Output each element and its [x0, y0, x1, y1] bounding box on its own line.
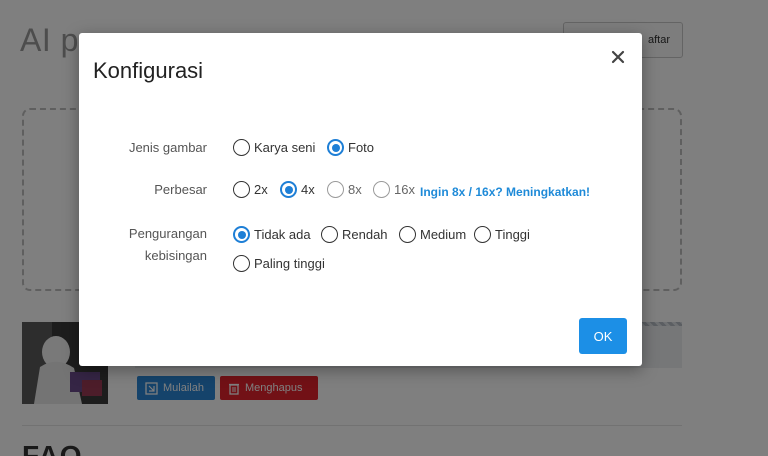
radio-checked-icon[interactable]: [233, 226, 250, 243]
denoise-low-option[interactable]: Rendah: [321, 226, 388, 243]
upscale-2x-option[interactable]: 2x: [233, 181, 268, 198]
upscale-8x-option: 8x: [327, 181, 362, 198]
option-label: 8x: [348, 182, 362, 197]
radio-disabled-icon: [373, 181, 390, 198]
upscale-4x-option[interactable]: 4x: [280, 181, 315, 198]
radio-checked-icon[interactable]: [280, 181, 297, 198]
denoise-label-line1: Pengurangan: [128, 226, 207, 241]
option-label: Tidak ada: [254, 227, 311, 242]
radio-unchecked-icon[interactable]: [321, 226, 338, 243]
radio-unchecked-icon[interactable]: [233, 181, 250, 198]
radio-disabled-icon: [327, 181, 344, 198]
option-label: 16x: [394, 182, 415, 197]
denoise-none-option[interactable]: Tidak ada: [233, 226, 311, 243]
option-label: Karya seni: [254, 140, 316, 155]
image-type-artwork-option[interactable]: Karya seni: [233, 139, 315, 156]
image-type-photo-option[interactable]: Foto: [327, 139, 374, 156]
image-type-label: Jenis gambar: [128, 140, 207, 155]
option-label: Foto: [348, 140, 375, 155]
option-label: 2x: [254, 182, 268, 197]
radio-unchecked-icon[interactable]: [474, 226, 491, 243]
configuration-dialog: Konfigurasi Jenis gambar Karya seni Foto…: [79, 33, 642, 366]
option-label: Tinggi: [495, 227, 530, 242]
radio-checked-icon[interactable]: [327, 139, 344, 156]
upgrade-link[interactable]: Ingin 8x / 16x? Meningkatkan!: [420, 185, 590, 199]
dialog-title: Konfigurasi: [93, 58, 204, 83]
option-label: Rendah: [342, 227, 388, 242]
radio-unchecked-icon[interactable]: [399, 226, 416, 243]
ok-button[interactable]: OK: [579, 318, 627, 354]
denoise-label-line2: kebisingan: [144, 248, 207, 263]
denoise-highest-option[interactable]: Paling tinggi: [233, 255, 325, 272]
radio-unchecked-icon[interactable]: [233, 255, 250, 272]
upscale-16x-option: 16x: [373, 181, 415, 198]
close-icon[interactable]: [608, 47, 628, 67]
denoise-high-option[interactable]: Tinggi: [474, 226, 530, 243]
denoise-medium-option[interactable]: Medium: [399, 226, 466, 243]
radio-unchecked-icon[interactable]: [233, 139, 250, 156]
upscale-label: Perbesar: [154, 182, 207, 197]
option-label: 4x: [301, 182, 315, 197]
option-label: Medium: [420, 227, 467, 242]
option-label: Paling tinggi: [254, 256, 325, 271]
